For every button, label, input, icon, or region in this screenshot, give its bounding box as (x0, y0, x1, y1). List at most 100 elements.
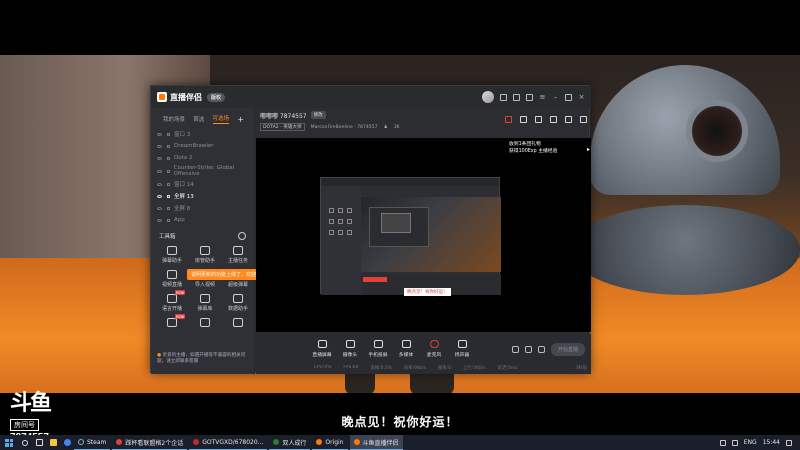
gear-icon[interactable] (238, 232, 246, 240)
taskbar-app-browser[interactable]: 踩杯看联盟格2个企话 (112, 435, 188, 450)
eye-icon[interactable] (157, 206, 162, 210)
task-icon (233, 246, 243, 255)
close-icon[interactable]: × (578, 93, 585, 101)
scene-item[interactable]: App (151, 214, 254, 226)
tab-preferred[interactable]: 首选 (193, 115, 204, 123)
volume-icon[interactable] (731, 439, 738, 446)
stat-cpu: CPU:0% (314, 365, 332, 370)
douyu-logo: 斗鱼 (10, 390, 52, 415)
lock-icon[interactable] (167, 194, 170, 198)
screen: 晚点见！祝你好运！ 斗鱼 房间号 7874557 直播伴侣 版权 ≡ – × (0, 0, 800, 450)
tool-streamer-tasks[interactable]: 主播任务 (223, 246, 253, 264)
tool-label: 数据助手 (227, 306, 248, 312)
clock-icon[interactable] (524, 346, 532, 353)
tool-danmaku-library[interactable]: 弹幕库 (190, 294, 220, 312)
tab-optional[interactable]: 可选场 (212, 114, 230, 124)
title-bar[interactable]: 直播伴侣 版权 ≡ – × (151, 86, 591, 108)
viewer-icon: ♟ (383, 124, 388, 130)
edit-button[interactable]: 修改 (310, 111, 326, 119)
media-icon (401, 340, 411, 348)
search-icon[interactable] (18, 435, 32, 450)
language-indicator[interactable]: ENG (744, 439, 757, 446)
settings-icon[interactable] (537, 346, 545, 353)
minimize-icon[interactable]: – (552, 93, 559, 101)
lock-icon[interactable] (167, 156, 170, 160)
microphone-button[interactable]: 麦克风 (424, 340, 444, 358)
notification-icon[interactable] (786, 439, 792, 446)
tool-extra-1[interactable]: new (157, 314, 187, 329)
stream-preview[interactable]: 收到1条团礼物 获得100Exp 主播经验 ▸ 晚点见！祝你好运！ (256, 138, 591, 332)
lock-icon[interactable] (167, 132, 170, 136)
network-icon[interactable] (719, 439, 726, 446)
settings-icon[interactable] (526, 93, 533, 101)
box-icon[interactable] (535, 116, 542, 123)
taskbar-app-game[interactable]: 双人成行 (269, 435, 311, 450)
start-live-button[interactable]: 开始直播 (550, 343, 585, 356)
phone-cast-button[interactable]: 手机投屏 (368, 340, 388, 358)
taskbar-app-gotv[interactable]: GOTVGXD/678020... (189, 435, 268, 450)
version-pill[interactable]: 版权 (207, 92, 226, 102)
taskbar-app-steam[interactable]: Steam (74, 435, 111, 450)
user-avatar[interactable] (482, 91, 494, 103)
add-scene-icon[interactable]: + (237, 115, 244, 124)
home-icon[interactable] (550, 116, 557, 123)
scene-item[interactable]: 窗口 14 (151, 178, 254, 190)
tool-label: 语言开播 (161, 306, 182, 312)
eye-icon[interactable] (157, 182, 162, 186)
source-buttons: 直播屏幕 摄像头 手机投屏 多媒体 麦克风 扬声器 (312, 340, 472, 358)
download-icon (200, 318, 210, 327)
taskbar-app-douyu[interactable]: 斗鱼直播伴侣 (349, 435, 403, 450)
tool-danmaku-assistant[interactable]: 弹幕助手 (157, 246, 187, 264)
scene-item[interactable]: Counter-Strike: Global Offensive (151, 164, 254, 178)
skin-icon[interactable] (513, 93, 520, 101)
tool-extra-2[interactable] (190, 318, 220, 329)
multimedia-button[interactable]: 多媒体 (396, 340, 416, 358)
clock[interactable]: 15:44 (763, 439, 780, 446)
scene-item[interactable]: 全屏 8 (151, 202, 254, 214)
screen-capture-button[interactable]: 直播屏幕 (312, 340, 332, 358)
eye-icon[interactable] (157, 194, 162, 198)
eye-icon[interactable] (157, 169, 162, 173)
menu-icon[interactable]: ≡ (539, 93, 546, 101)
douyu-icon (353, 439, 360, 445)
start-button[interactable] (0, 435, 18, 450)
tool-data-assistant[interactable]: 数据助手 (223, 294, 253, 312)
scene-item[interactable]: 窗口 3 (151, 128, 254, 140)
unlock-icon[interactable] (520, 116, 527, 123)
share-icon[interactable] (580, 116, 587, 123)
tab-my-scenes[interactable]: 我的场景 (163, 115, 185, 123)
tool-video-live[interactable]: 视频直播 (157, 270, 187, 288)
eye-icon[interactable] (157, 132, 162, 136)
task-view-icon[interactable] (32, 435, 46, 450)
stat-fps: FPS:60 (343, 365, 359, 370)
chevron-right-icon[interactable]: ▸ (587, 146, 590, 153)
message-icon[interactable] (500, 93, 507, 101)
lock-icon[interactable] (167, 182, 170, 186)
tool-extra-3[interactable] (223, 318, 253, 329)
camera-button[interactable]: 摄像头 (340, 340, 360, 358)
lock-icon[interactable] (167, 206, 170, 210)
tool-room-manager[interactable]: 房管助手 (190, 246, 220, 264)
browser-icon[interactable] (60, 435, 74, 450)
lock-icon[interactable] (167, 218, 170, 222)
record-icon[interactable] (511, 346, 519, 353)
notice-text: 亲爱的主播，如遇开播等不兼容的相关问题，请立即联系客服 (157, 353, 246, 364)
bell-icon[interactable] (565, 116, 572, 123)
eye-icon[interactable] (157, 156, 162, 160)
scene-item[interactable]: Dota 2 (151, 152, 254, 164)
explorer-icon[interactable] (46, 435, 60, 450)
speaker-button[interactable]: 扬声器 (452, 340, 472, 358)
scene-label: 全屏 8 (174, 206, 191, 212)
scene-item[interactable]: DreamBrawler (151, 140, 254, 152)
maximize-icon[interactable] (565, 93, 572, 101)
scene-item-active[interactable]: 全屏 13 (151, 190, 254, 202)
taskbar-app-origin[interactable]: Origin (312, 435, 348, 450)
lock-icon[interactable] (166, 169, 170, 173)
tool-voice-live[interactable]: new 语言开播 (157, 290, 187, 312)
lock-icon[interactable] (167, 144, 170, 148)
eye-icon[interactable] (157, 218, 162, 222)
gift-icon[interactable] (505, 116, 512, 123)
game-category[interactable]: DOTA2 - 英雄大师 (260, 123, 305, 131)
scene-label: App (174, 217, 185, 223)
eye-icon[interactable] (157, 144, 162, 148)
